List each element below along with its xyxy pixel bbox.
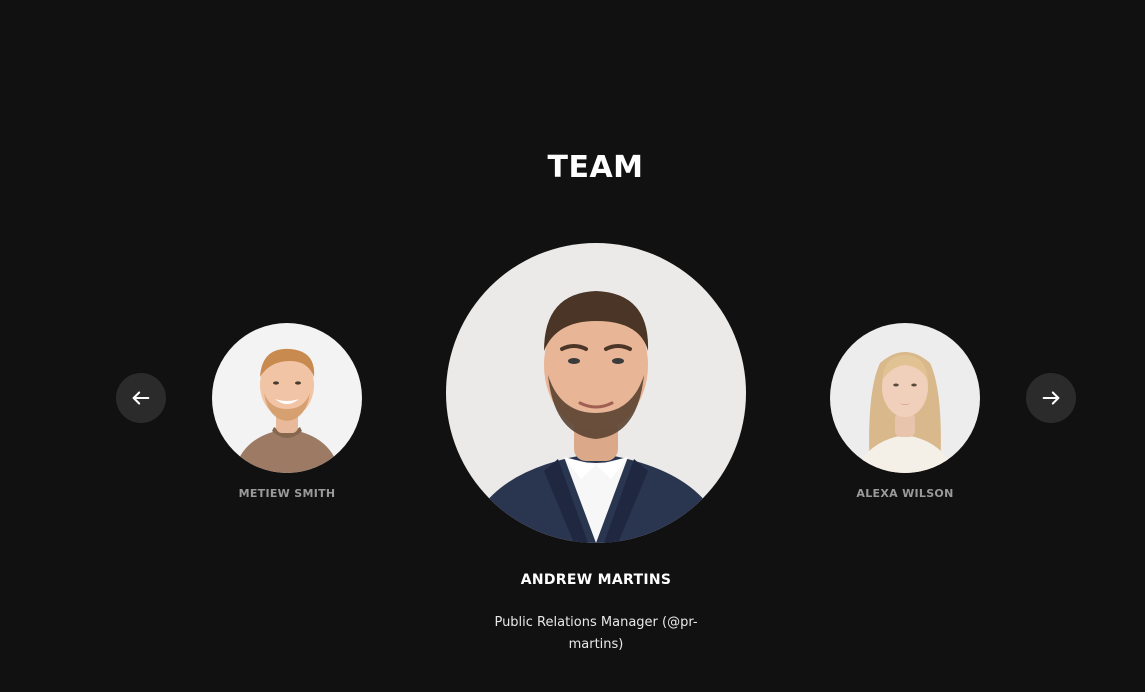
member-name-andrew-martins: ANDREW MARTINS xyxy=(520,572,672,588)
member-name-metiew-smith: METIEW SMITH xyxy=(238,487,336,500)
carousel-prev-button[interactable] xyxy=(116,373,166,423)
arrow-right-icon xyxy=(1042,391,1060,405)
arrow-left-icon xyxy=(132,391,150,405)
avatar-photo xyxy=(830,323,980,473)
section-title: TEAM xyxy=(547,150,644,185)
member-role: Public Relations Manager (@pr-martins) xyxy=(494,615,698,652)
member-avatar-metiew-smith[interactable] xyxy=(212,323,362,473)
member-name-alexa-wilson: ALEXA WILSON xyxy=(856,487,954,500)
member-avatar-andrew-martins[interactable] xyxy=(446,243,746,543)
avatar-photo xyxy=(446,243,746,543)
member-avatar-alexa-wilson[interactable] xyxy=(830,323,980,473)
avatar-photo xyxy=(212,323,362,473)
carousel-next-button[interactable] xyxy=(1026,373,1076,423)
team-section: TEAM METIEW SMITH ANDREW MARTINS Public … xyxy=(0,0,1145,692)
